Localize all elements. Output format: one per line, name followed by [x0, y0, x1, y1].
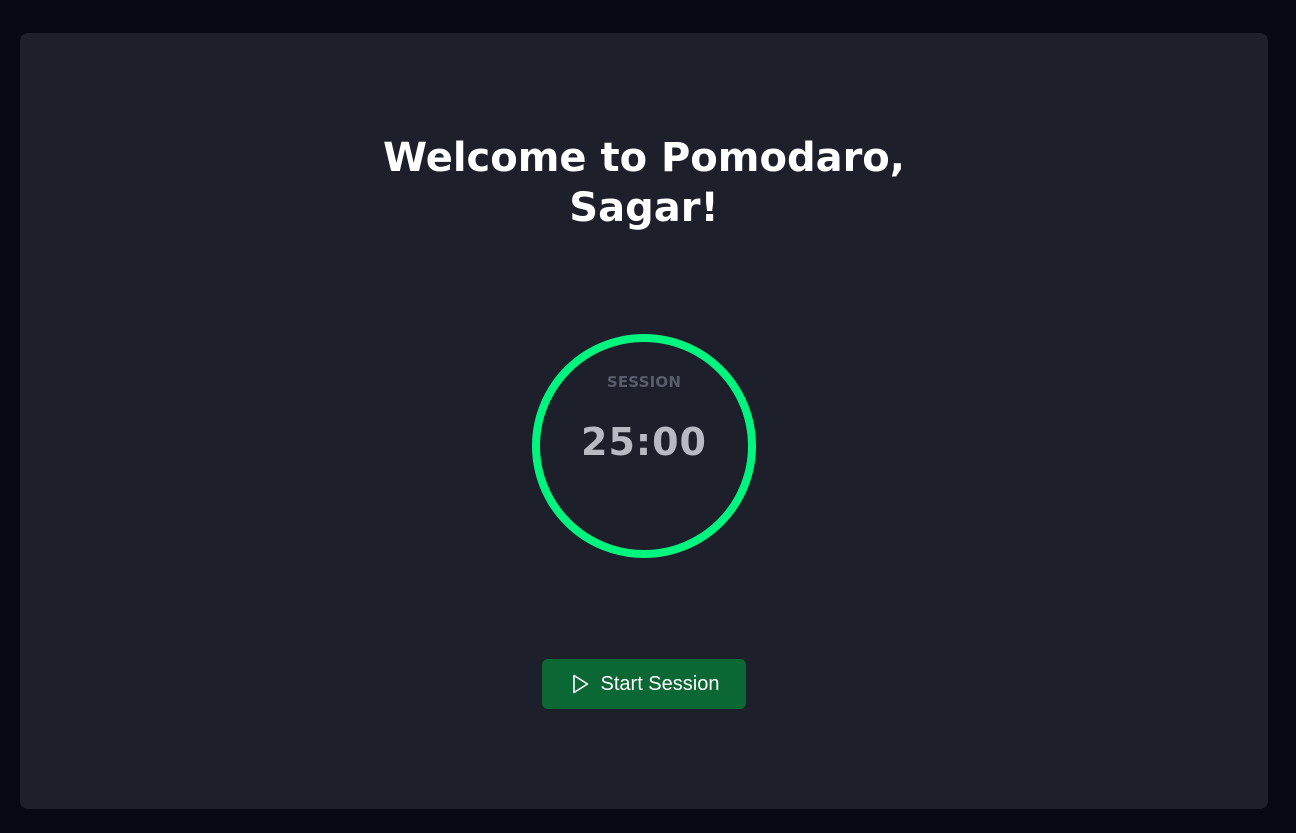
- main-card: Welcome to Pomodaro, Sagar! SESSION 25:0…: [20, 33, 1268, 809]
- session-label: SESSION: [606, 373, 682, 391]
- time-display: 25:00: [581, 420, 707, 464]
- start-session-button[interactable]: Start Session: [542, 659, 746, 709]
- welcome-line-2: Sagar!: [569, 185, 719, 231]
- timer-ring: SESSION 25:00: [531, 333, 757, 559]
- welcome-heading: Welcome to Pomodaro, Sagar!: [20, 133, 1268, 233]
- welcome-line-1: Welcome to Pomodaro,: [383, 135, 905, 181]
- play-icon: [569, 673, 591, 695]
- start-session-label: Start Session: [600, 672, 720, 695]
